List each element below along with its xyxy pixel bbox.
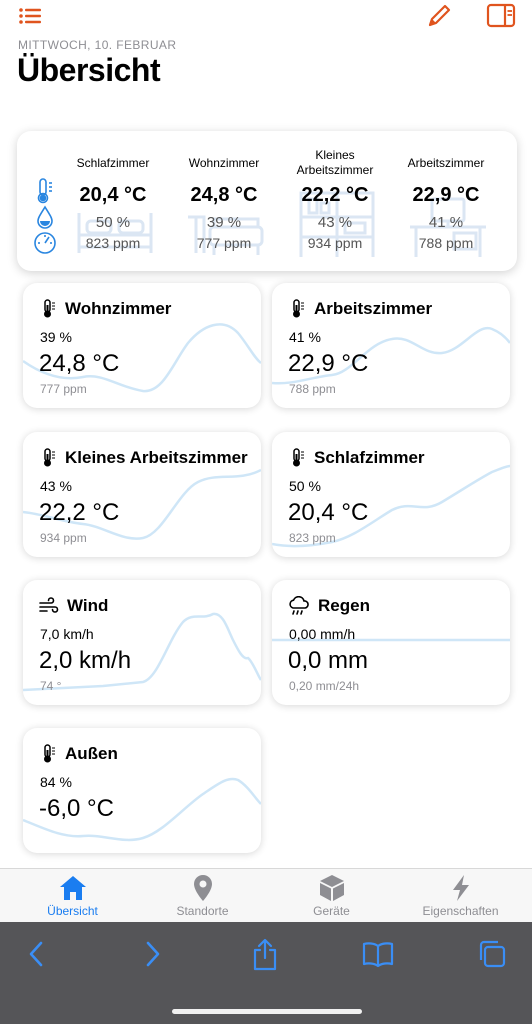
- thermometer-icon: [37, 178, 52, 204]
- room-co2: 788 ppm: [418, 235, 474, 251]
- tab-eigenschaften[interactable]: Eigenschaften: [394, 869, 527, 923]
- card-secondary-value: 39 %: [40, 329, 72, 345]
- card-secondary-value: 41 %: [289, 329, 321, 345]
- summary-room-arbeitszimmer[interactable]: Arbeitszimmer 22,9 °C 41 % 788 ppm: [392, 131, 500, 271]
- room-humidity: 41 %: [428, 214, 464, 231]
- thermometer-icon: [293, 299, 304, 318]
- card-header: Wohnzimmer: [39, 299, 171, 319]
- page-title: Übersicht: [17, 52, 161, 88]
- card-title: Regen: [318, 596, 370, 615]
- card-header: Regen: [288, 596, 370, 616]
- tab-uebersicht[interactable]: Übersicht: [6, 869, 139, 923]
- room-name: Kleines Arbeitszimmer: [296, 148, 374, 177]
- card-secondary-value: 50 %: [289, 478, 321, 494]
- room-name: Schlafzimmer: [76, 156, 150, 170]
- card-header: Außen: [39, 744, 118, 764]
- card-main-value: 0,0 mm: [288, 647, 369, 674]
- card-title: Kleines Arbeitszimmer: [65, 448, 248, 467]
- card-title: Schlafzimmer: [314, 448, 425, 467]
- room-name: Wohnzimmer: [188, 156, 260, 170]
- tab-bar: Übersicht Standorte Geräte Eigenschaften: [0, 868, 532, 922]
- summary-room-kleines-arbeitszimmer[interactable]: Kleines Arbeitszimmer 22,2 °C 43 % 934 p…: [281, 131, 389, 271]
- top-bar: [0, 0, 532, 34]
- card-main-value: 22,2 °C: [39, 499, 120, 526]
- card-main-value: 24,8 °C: [39, 350, 120, 377]
- bolt-icon: [453, 875, 469, 901]
- back-icon[interactable]: [24, 938, 50, 970]
- card-title: Wind: [67, 596, 109, 615]
- room-temperature: 22,9 °C: [412, 184, 480, 206]
- card-header: Schlafzimmer: [288, 448, 425, 468]
- tab-label: Übersicht: [47, 904, 98, 918]
- card-secondary-value: 43 %: [40, 478, 72, 494]
- card-main-value: 20,4 °C: [288, 499, 369, 526]
- tab-label: Eigenschaften: [422, 904, 499, 918]
- card-secondary-value: 7,0 km/h: [40, 626, 94, 642]
- room-co2: 823 ppm: [85, 235, 141, 251]
- room-co2: 777 ppm: [196, 235, 252, 251]
- card-header: Arbeitszimmer: [288, 299, 432, 319]
- thermometer-icon: [44, 448, 55, 467]
- forward-icon[interactable]: [139, 938, 165, 970]
- room-name: Arbeitszimmer: [407, 156, 485, 170]
- tabs-icon[interactable]: [476, 938, 508, 970]
- drop-icon: [37, 205, 53, 229]
- room-humidity: 43 %: [317, 214, 353, 231]
- card-title: Wohnzimmer: [65, 299, 172, 318]
- tab-label: Geräte: [313, 904, 350, 918]
- share-icon[interactable]: [250, 938, 280, 972]
- room-humidity: 50 %: [95, 214, 131, 231]
- thermometer-icon: [44, 299, 55, 318]
- pencil-icon[interactable]: [424, 2, 454, 30]
- sensor-card-wind[interactable]: Wind 7,0 km/h 2,0 km/h 74 °: [23, 580, 261, 705]
- sensor-card-aussen[interactable]: Außen 84 % -6,0 °C: [23, 728, 261, 853]
- room-temperature: 24,8 °C: [190, 184, 258, 206]
- sensor-card-wohnzimmer[interactable]: Wohnzimmer 39 % 24,8 °C 777 ppm: [23, 283, 261, 408]
- card-footnote: 934 ppm: [40, 531, 87, 545]
- card-footnote: 777 ppm: [40, 382, 87, 396]
- summary-legend-icons: [34, 178, 56, 254]
- card-main-value: 2,0 km/h: [39, 647, 132, 674]
- tab-geraete[interactable]: Geräte: [265, 869, 398, 923]
- card-main-value: 22,9 °C: [288, 350, 369, 377]
- card-title: Außen: [65, 744, 118, 763]
- house-icon: [60, 876, 86, 900]
- thermometer-icon: [293, 448, 304, 467]
- summary-card[interactable]: Schlafzimmer 20,4 °C 50 % 823 ppm Wohnzi…: [17, 131, 517, 271]
- tab-label: Standorte: [176, 904, 229, 918]
- room-co2: 934 ppm: [307, 235, 363, 251]
- room-humidity: 39 %: [206, 214, 242, 231]
- thermometer-icon: [44, 744, 55, 763]
- card-main-value: -6,0 °C: [39, 795, 114, 822]
- cube-icon: [320, 875, 344, 901]
- tab-standorte[interactable]: Standorte: [136, 869, 269, 923]
- sensor-card-regen[interactable]: Regen 0,00 mm/h 0,0 mm 0,20 mm/24h: [272, 580, 510, 705]
- location-pin-icon: [194, 875, 212, 901]
- card-footnote: 823 ppm: [289, 531, 336, 545]
- home-indicator: [172, 1009, 362, 1014]
- sensor-card-kleines-arbeitszimmer[interactable]: Kleines Arbeitszimmer 43 % 22,2 °C 934 p…: [23, 432, 261, 557]
- card-header: Wind: [39, 596, 108, 616]
- rain-cloud-icon: [289, 596, 309, 615]
- card-title: Arbeitszimmer: [314, 299, 433, 318]
- card-footnote: 0,20 mm/24h: [289, 679, 360, 693]
- gauge-icon: [34, 232, 56, 254]
- summary-room-wohnzimmer[interactable]: Wohnzimmer 24,8 °C 39 % 777 ppm: [170, 131, 278, 271]
- card-secondary-value: 0,00 mm/h: [289, 626, 356, 642]
- sensor-card-schlafzimmer[interactable]: Schlafzimmer 50 % 20,4 °C 823 ppm: [272, 432, 510, 557]
- room-temperature: 22,2 °C: [301, 184, 369, 206]
- sidebar-icon[interactable]: [486, 2, 516, 30]
- sensor-card-arbeitszimmer[interactable]: Arbeitszimmer 41 % 22,9 °C 788 ppm: [272, 283, 510, 408]
- card-footnote: 788 ppm: [289, 382, 336, 396]
- room-temperature: 20,4 °C: [79, 184, 147, 206]
- summary-room-schlafzimmer[interactable]: Schlafzimmer 20,4 °C 50 % 823 ppm: [59, 131, 167, 271]
- wind-icon: [39, 597, 59, 613]
- card-header: Kleines Arbeitszimmer: [39, 448, 248, 468]
- list-icon[interactable]: [16, 2, 46, 30]
- bookmarks-icon[interactable]: [361, 938, 395, 970]
- card-secondary-value: 84 %: [40, 774, 72, 790]
- date-subtitle: MITTWOCH, 10. FEBRUAR: [18, 38, 177, 52]
- card-footnote: 74 °: [40, 679, 62, 693]
